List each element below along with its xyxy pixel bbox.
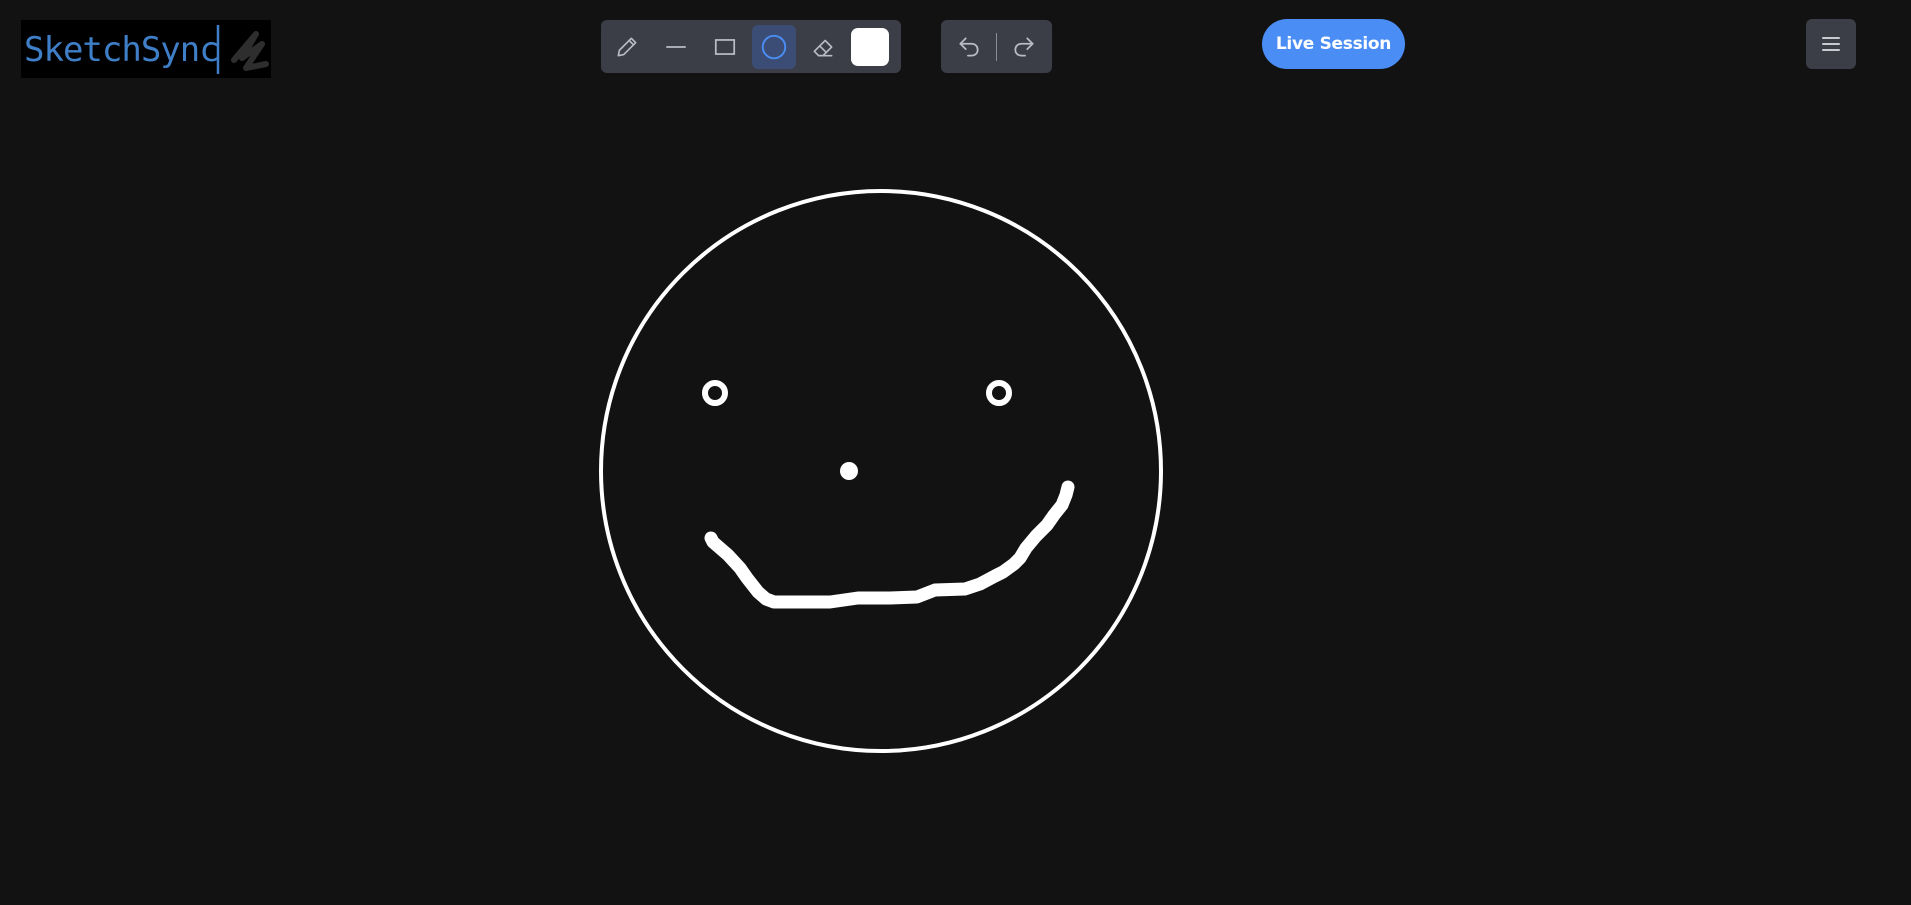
face-circle-stroke <box>599 189 1163 753</box>
eraser-icon <box>813 39 833 56</box>
rectangle-tool-button[interactable] <box>703 25 747 69</box>
line-tool-button[interactable] <box>654 25 698 69</box>
logo-text: SketchSync <box>24 30 220 70</box>
right-eye-stroke <box>986 380 1012 406</box>
stroke-color-swatch[interactable] <box>851 27 889 66</box>
main-menu-button[interactable] <box>1806 19 1856 69</box>
circle-icon <box>761 34 787 59</box>
live-session-button[interactable]: Live Session <box>1262 19 1405 69</box>
pencil-icon <box>617 37 637 56</box>
eraser-tool-button[interactable] <box>801 25 845 69</box>
mouth-stroke <box>704 480 1075 609</box>
left-eye-stroke <box>702 380 728 406</box>
redo-icon <box>1014 36 1034 57</box>
history-divider <box>996 32 997 61</box>
nose-dot-stroke <box>840 462 858 480</box>
app-logo[interactable]: SketchSync <box>21 20 271 78</box>
drawing-tools-toolbar <box>601 20 901 73</box>
drawing-canvas[interactable] <box>0 0 1911 905</box>
redo-button[interactable] <box>1000 25 1048 69</box>
undo-button[interactable] <box>945 25 993 69</box>
undo-icon <box>959 36 979 57</box>
pencil-tool-button[interactable] <box>605 25 649 69</box>
app-root: SketchSync Live Session <box>0 0 1911 905</box>
logo-brush-mark-icon <box>216 25 269 74</box>
line-icon <box>666 45 686 48</box>
hamburger-menu-icon <box>1822 37 1840 51</box>
rectangle-icon <box>714 38 736 55</box>
history-toolbar <box>941 20 1052 73</box>
circle-tool-button[interactable] <box>752 24 796 69</box>
